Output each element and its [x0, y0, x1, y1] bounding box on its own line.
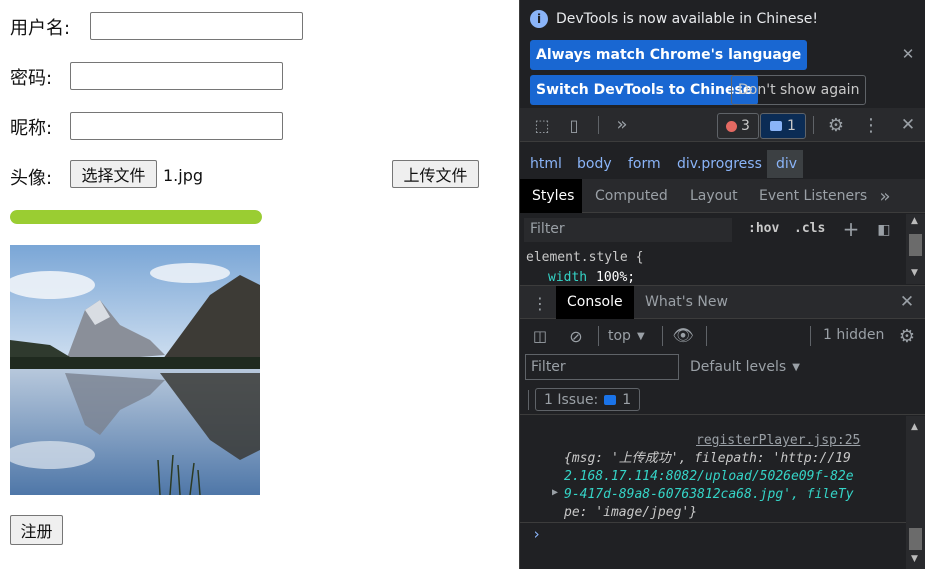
cls-toggle[interactable]: .cls	[794, 221, 825, 236]
close-drawer-icon[interactable]: ✕	[897, 292, 917, 312]
drawer-menu-icon[interactable]: ⋮	[532, 293, 548, 313]
password-input[interactable]	[70, 62, 283, 90]
tab-layout[interactable]: Layout	[690, 188, 738, 204]
style-prop-name[interactable]: width	[548, 270, 587, 284]
close-infobar-icon[interactable]: ✕	[898, 44, 918, 64]
web-page: 用户名: 密码: 昵称: 头像: 选择文件 1.jpg 上传文件 注册	[0, 0, 519, 569]
error-icon	[726, 120, 738, 132]
style-prop-value[interactable]: 100%;	[596, 270, 635, 284]
style-rule-selector: element.style {	[526, 250, 644, 265]
main-toolbar: ⬚ ▯ » 3 1 ⚙ ⋮ ✕	[520, 108, 925, 142]
infobar-message: DevTools is now available in Chinese!	[556, 11, 818, 27]
more-tabs-icon[interactable]: »	[612, 114, 632, 135]
scroll-down-icon: ▼	[911, 268, 918, 278]
console-prompt-icon[interactable]: ›	[532, 525, 541, 543]
close-devtools-icon[interactable]: ✕	[897, 114, 919, 136]
avatar-label: 头像:	[10, 168, 53, 189]
scroll-up-icon: ▲	[911, 422, 918, 432]
tab-console[interactable]: Console	[567, 294, 623, 310]
dropdown-arrow-icon: ▼	[636, 330, 645, 342]
new-style-rule-icon[interactable]: +	[841, 217, 861, 241]
file-name: 1.jpg	[163, 166, 204, 185]
upload-progress-bar	[10, 210, 262, 224]
log-message[interactable]: {msg: '上传成功', filepath: 'http://19 2.168…	[564, 450, 854, 522]
nickname-label: 昵称:	[10, 118, 53, 139]
issues-button[interactable]: 1 Issue: 1	[535, 388, 641, 411]
console-filter-input[interactable]: Filter	[525, 354, 679, 380]
styles-filter-bar: Filter :hov .cls + ◧	[520, 214, 925, 246]
password-label: 密码:	[10, 68, 53, 89]
tab-event-listeners[interactable]: Event Listeners	[759, 188, 867, 204]
inspect-element-icon[interactable]: ⬚	[532, 115, 552, 135]
expand-triangle-icon[interactable]: ▶	[552, 484, 558, 502]
console-sidebar-icon[interactable]: ◫	[530, 326, 550, 346]
always-match-language-button[interactable]: Always match Chrome's language	[530, 40, 808, 70]
errors-counter[interactable]: 3	[717, 113, 759, 139]
switch-to-chinese-button[interactable]: Switch DevTools to Chinese	[530, 75, 759, 105]
styles-scrollbar[interactable]: ▲ ▼	[906, 214, 925, 284]
dropdown-arrow-icon: ▼	[792, 361, 800, 373]
styles-filter-input[interactable]: Filter	[524, 218, 732, 242]
toggle-sidebar-icon[interactable]: ◧	[874, 220, 894, 240]
username-input[interactable]	[90, 12, 303, 40]
styles-pane: element.style { width 100%;	[520, 248, 925, 284]
language-infobar: i DevTools is now available in Chinese! …	[520, 0, 925, 108]
drawer-tabbar: ⋮ Console What's New ✕	[520, 285, 925, 319]
scroll-up-icon: ▲	[911, 216, 918, 226]
breadcrumb-form[interactable]: form	[628, 156, 661, 172]
nickname-input[interactable]	[70, 112, 283, 140]
console-settings-gear-icon[interactable]: ⚙	[896, 325, 918, 347]
devtools-panel: i DevTools is now available in Chinese! …	[519, 0, 925, 569]
hov-toggle[interactable]: :hov	[748, 221, 779, 236]
context-selector[interactable]: top ▼	[608, 326, 645, 346]
message-icon	[770, 121, 783, 131]
issues-bar: 1 Issue: 1	[520, 385, 925, 415]
register-button[interactable]: 注册	[10, 515, 63, 545]
avatar-preview-image	[10, 245, 260, 495]
clear-console-icon[interactable]: ⊘	[566, 326, 586, 346]
breadcrumb: html body form div.progress div	[520, 150, 925, 178]
tab-computed[interactable]: Computed	[595, 188, 668, 204]
tab-whats-new[interactable]: What's New	[645, 294, 728, 310]
settings-gear-icon[interactable]: ⚙	[825, 114, 847, 136]
username-label: 用户名:	[10, 18, 71, 39]
styles-tabbar: Styles Computed Layout Event Listeners »	[520, 179, 925, 213]
console-scrollbar[interactable]: ▲ ▼	[906, 416, 925, 569]
info-icon: i	[530, 10, 548, 28]
upload-button[interactable]: 上传文件	[392, 160, 479, 188]
message-icon	[604, 394, 617, 405]
console-filter-bar: Filter Default levels ▼	[520, 352, 925, 384]
live-expression-eye-icon[interactable]: 👁	[672, 325, 694, 347]
log-levels-dropdown[interactable]: Default levels ▼	[690, 359, 800, 375]
upload-progress-fill	[10, 210, 262, 224]
console-toolbar: ◫ ⊘ top ▼ 👁 1 hidden ⚙	[520, 320, 925, 352]
console-output: registerPlayer.jsp:25 ▶ {msg: '上传成功', fi…	[520, 416, 925, 569]
choose-file-button[interactable]: 选择文件	[70, 160, 157, 188]
breadcrumb-div-progress[interactable]: div.progress	[677, 156, 762, 172]
messages-counter[interactable]: 1	[760, 113, 806, 139]
hidden-messages-count: 1 hidden	[823, 327, 885, 343]
log-source-link[interactable]: registerPlayer.jsp:25	[696, 432, 860, 450]
more-options-icon[interactable]: ⋮	[860, 114, 882, 136]
breadcrumb-body[interactable]: body	[577, 156, 612, 172]
breadcrumb-div[interactable]: div	[776, 156, 797, 172]
tab-styles[interactable]: Styles	[532, 188, 574, 204]
breadcrumb-html[interactable]: html	[530, 156, 562, 172]
dont-show-again-button[interactable]: Don't show again	[731, 75, 867, 105]
scroll-down-icon: ▼	[911, 554, 918, 564]
more-tabs-icon[interactable]: »	[875, 186, 895, 207]
device-toolbar-icon[interactable]: ▯	[564, 115, 584, 135]
